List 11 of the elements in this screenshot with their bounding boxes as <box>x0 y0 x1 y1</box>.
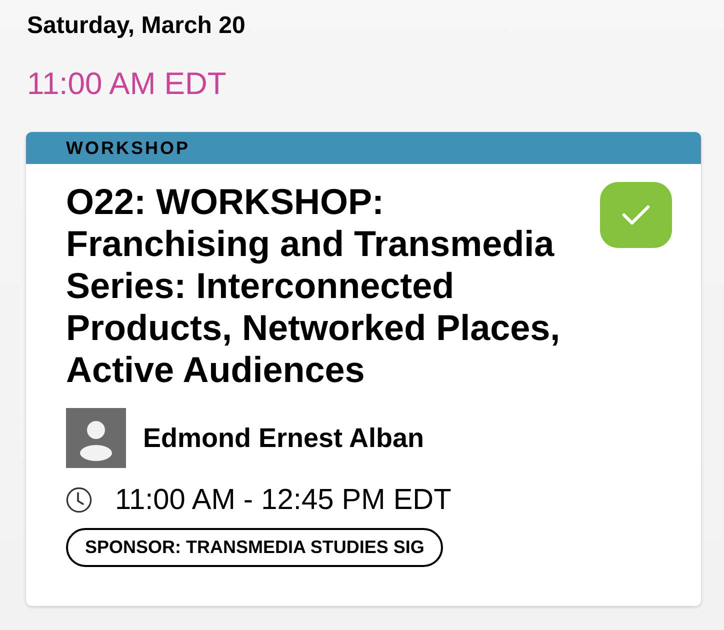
category-label: WORKSHOP <box>66 138 190 158</box>
sponsor-tag: SPONSOR: TRANSMEDIA STUDIES SIG <box>66 528 444 567</box>
session-time: 11:00 AM - 12:45 PM EDT <box>115 483 452 517</box>
check-icon <box>622 204 650 226</box>
time-heading: 11:00 AM EDT <box>27 66 228 102</box>
date-heading: Saturday, March 20 <box>27 12 246 40</box>
speaker-name: Edmond Ernest Alban <box>143 422 424 454</box>
clock-icon <box>66 487 92 513</box>
avatar-icon <box>66 408 126 468</box>
add-to-schedule-button[interactable] <box>600 182 672 248</box>
session-title: O22: WORKSHOP: Franchising and Transmedia Series: Interconnected Products, Networked Places, Active Audiences <box>66 181 562 391</box>
